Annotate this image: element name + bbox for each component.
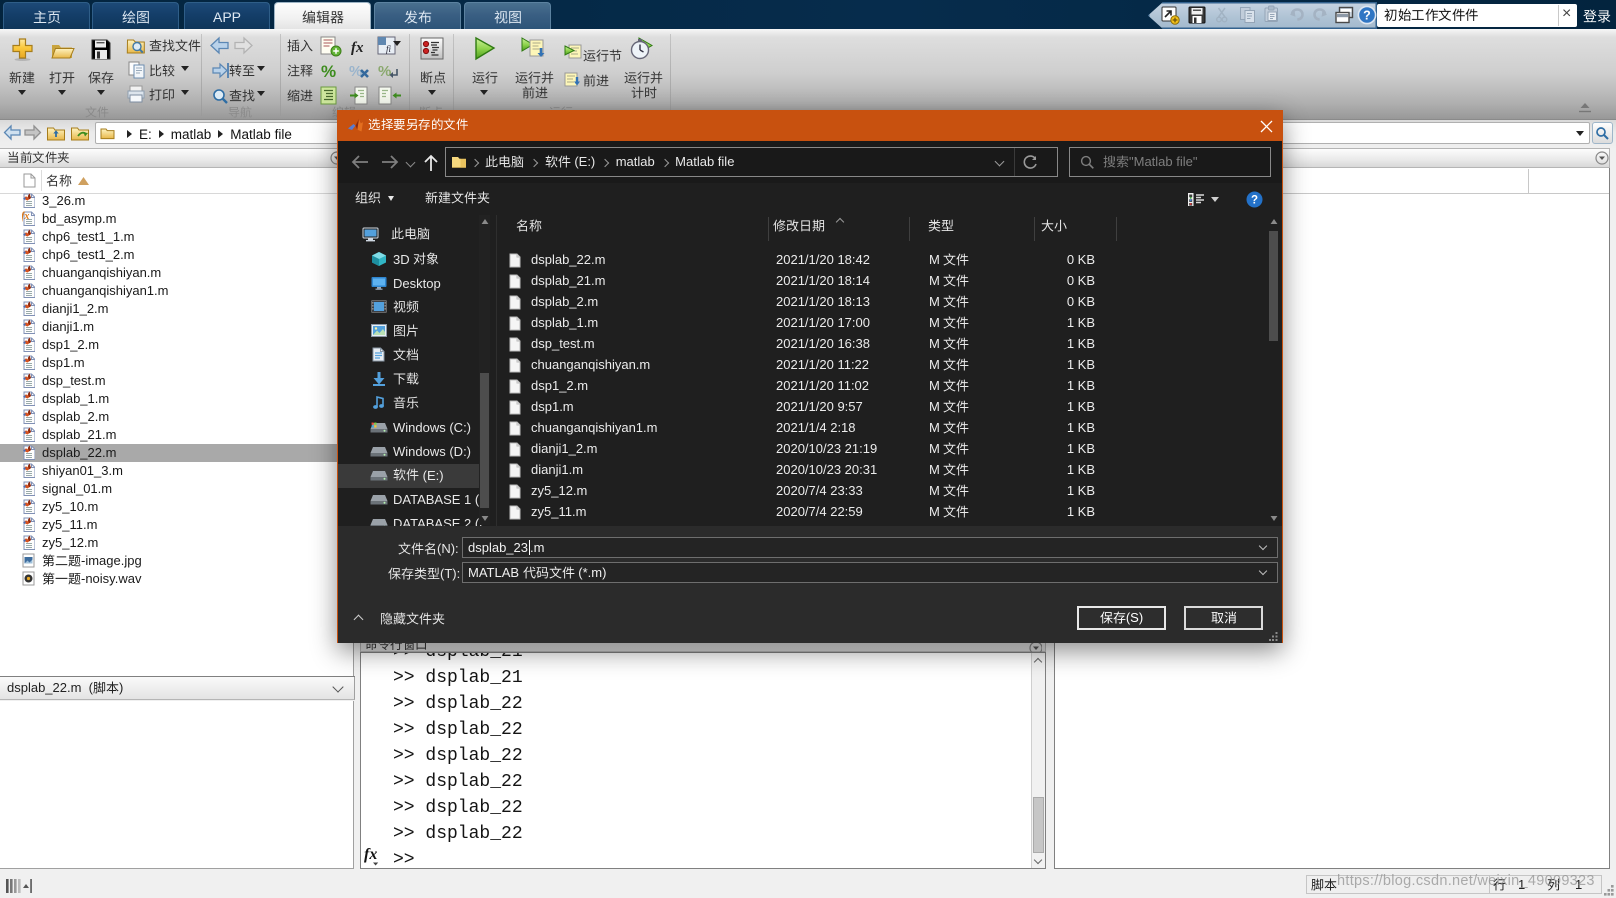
svg-text:?: ? xyxy=(1251,195,1258,207)
svg-text:?: ? xyxy=(1363,8,1371,22)
svg-text:fi: fi xyxy=(386,44,392,54)
svg-text:fx: fx xyxy=(351,40,364,56)
svg-text:%: % xyxy=(349,63,362,80)
svg-text:%: % xyxy=(321,62,336,81)
svg-text:fx: fx xyxy=(364,846,377,863)
svg-text:%: % xyxy=(378,63,391,80)
